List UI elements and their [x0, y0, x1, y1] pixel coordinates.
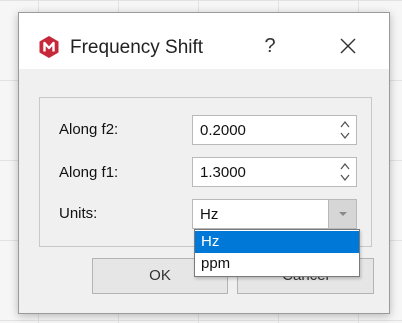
along-f1-value: 1.3000 [200, 164, 246, 181]
spin-arrows-icon[interactable] [338, 118, 352, 142]
title-bar: Frequency Shift ? [19, 13, 389, 69]
dialog-title: Frequency Shift [70, 37, 204, 58]
units-option-hz[interactable]: Hz [195, 231, 359, 253]
units-dropdown-list: Hz ppm [194, 229, 360, 277]
units-dropdown-button[interactable] [328, 200, 356, 228]
units-option-ppm[interactable]: ppm [195, 253, 359, 275]
close-icon [340, 38, 356, 54]
spin-arrows-icon[interactable] [338, 160, 352, 184]
units-combobox[interactable]: Hz [192, 199, 357, 229]
help-button[interactable]: ? [259, 33, 281, 59]
app-icon [39, 36, 59, 58]
along-f1-label: Along f1: [59, 164, 119, 181]
along-f2-spinbox[interactable]: 0.2000 [192, 115, 357, 145]
along-f2-value: 0.2000 [200, 122, 246, 139]
along-f2-label: Along f2: [59, 121, 119, 138]
along-f1-spinbox[interactable]: 1.3000 [192, 157, 357, 187]
units-selected-value: Hz [200, 206, 219, 223]
close-button[interactable] [331, 31, 365, 61]
units-label: Units: [59, 205, 98, 222]
frequency-shift-dialog: Frequency Shift ? Along f2: 0.2000 Along… [18, 12, 390, 314]
chevron-down-icon [339, 212, 347, 216]
